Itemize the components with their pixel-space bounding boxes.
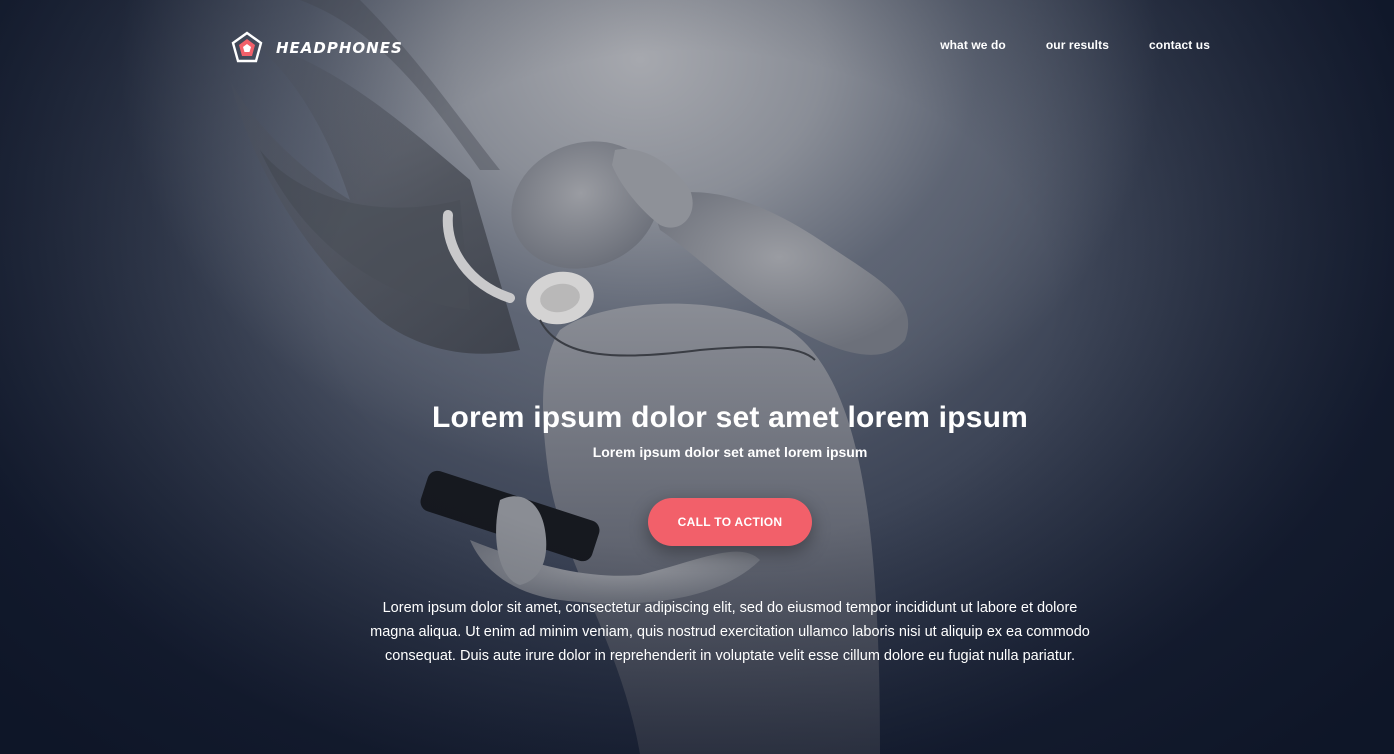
nav-item-contact-us[interactable]: contact us bbox=[1149, 38, 1210, 52]
nav-item-what-we-do[interactable]: what we do bbox=[940, 38, 1006, 52]
nav-item-our-results[interactable]: our results bbox=[1046, 38, 1109, 52]
main-nav: what we do our results contact us bbox=[940, 38, 1210, 52]
brand-name: HEADPHONES bbox=[276, 39, 403, 57]
pentagon-logo-icon bbox=[231, 31, 263, 63]
call-to-action-button[interactable]: CALL TO ACTION bbox=[648, 498, 812, 546]
brand-logo[interactable]: HEADPHONES bbox=[230, 31, 403, 65]
hero-subheadline: Lorem ipsum dolor set amet lorem ipsum bbox=[592, 444, 868, 460]
hero-section: HEADPHONES what we do our results contac… bbox=[0, 0, 1394, 754]
hero-body-text: Lorem ipsum dolor sit amet, consectetur … bbox=[370, 600, 1090, 664]
hero-headline: Lorem ipsum dolor set amet lorem ipsum bbox=[431, 401, 1029, 434]
